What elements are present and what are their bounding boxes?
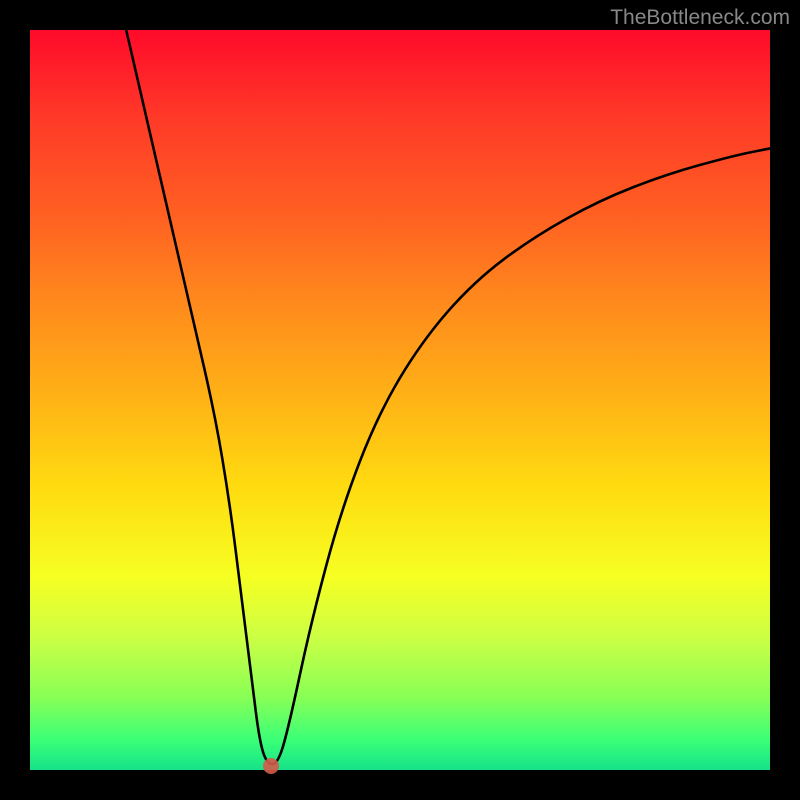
curve-svg <box>30 30 770 770</box>
bottleneck-curve <box>126 30 770 764</box>
plot-area <box>30 30 770 770</box>
watermark-text: TheBottleneck.com <box>610 6 790 30</box>
chart-frame: TheBottleneck.com <box>0 0 800 800</box>
optimum-marker-dot <box>263 758 279 774</box>
